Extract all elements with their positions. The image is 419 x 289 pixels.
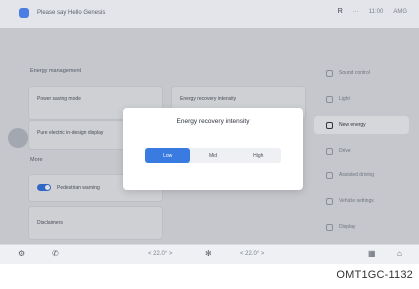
status-item: ··· [352,8,359,15]
top-bar: Please say Hello Genesis R ··· 11:00 AMG [0,0,419,28]
status-item: 11:00 [368,8,384,15]
bottom-bar: ⚙ ✆ < 22.0° > ✻ < 22.0° > ▦ ⌂ [0,244,419,264]
voice-assistant-prompt[interactable]: Please say Hello Genesis [19,6,129,20]
voice-prompt-text: Please say Hello Genesis [37,10,106,16]
status-item: R [337,8,343,15]
fan-icon[interactable]: ✻ [205,249,212,258]
passenger-temperature[interactable]: < 22.0° > [240,251,264,257]
status-area: R ··· 11:00 AMG [338,8,407,15]
figure-code: OMT1GC-1132 [336,269,413,281]
option-mid-button[interactable]: Mid [190,148,235,163]
energy-recovery-dialog: Energy recovery intensity Low Mid High [123,108,303,190]
assistant-icon [19,8,29,18]
status-item: AMG [393,8,407,15]
home-icon[interactable]: ⌂ [397,249,402,258]
apps-icon[interactable]: ▦ [368,249,376,258]
energy-recovery-segmented-control: Low Mid High [145,148,281,163]
option-low-button[interactable]: Low [145,148,191,163]
option-high-button[interactable]: High [236,148,281,163]
settings-gear-icon[interactable]: ⚙ [18,249,25,258]
dialog-title: Energy recovery intensity [176,118,250,125]
infotainment-screen: Please say Hello Genesis R ··· 11:00 AMG… [0,0,419,264]
phone-icon[interactable]: ✆ [52,249,59,258]
driver-temperature[interactable]: < 22.0° > [148,251,172,257]
